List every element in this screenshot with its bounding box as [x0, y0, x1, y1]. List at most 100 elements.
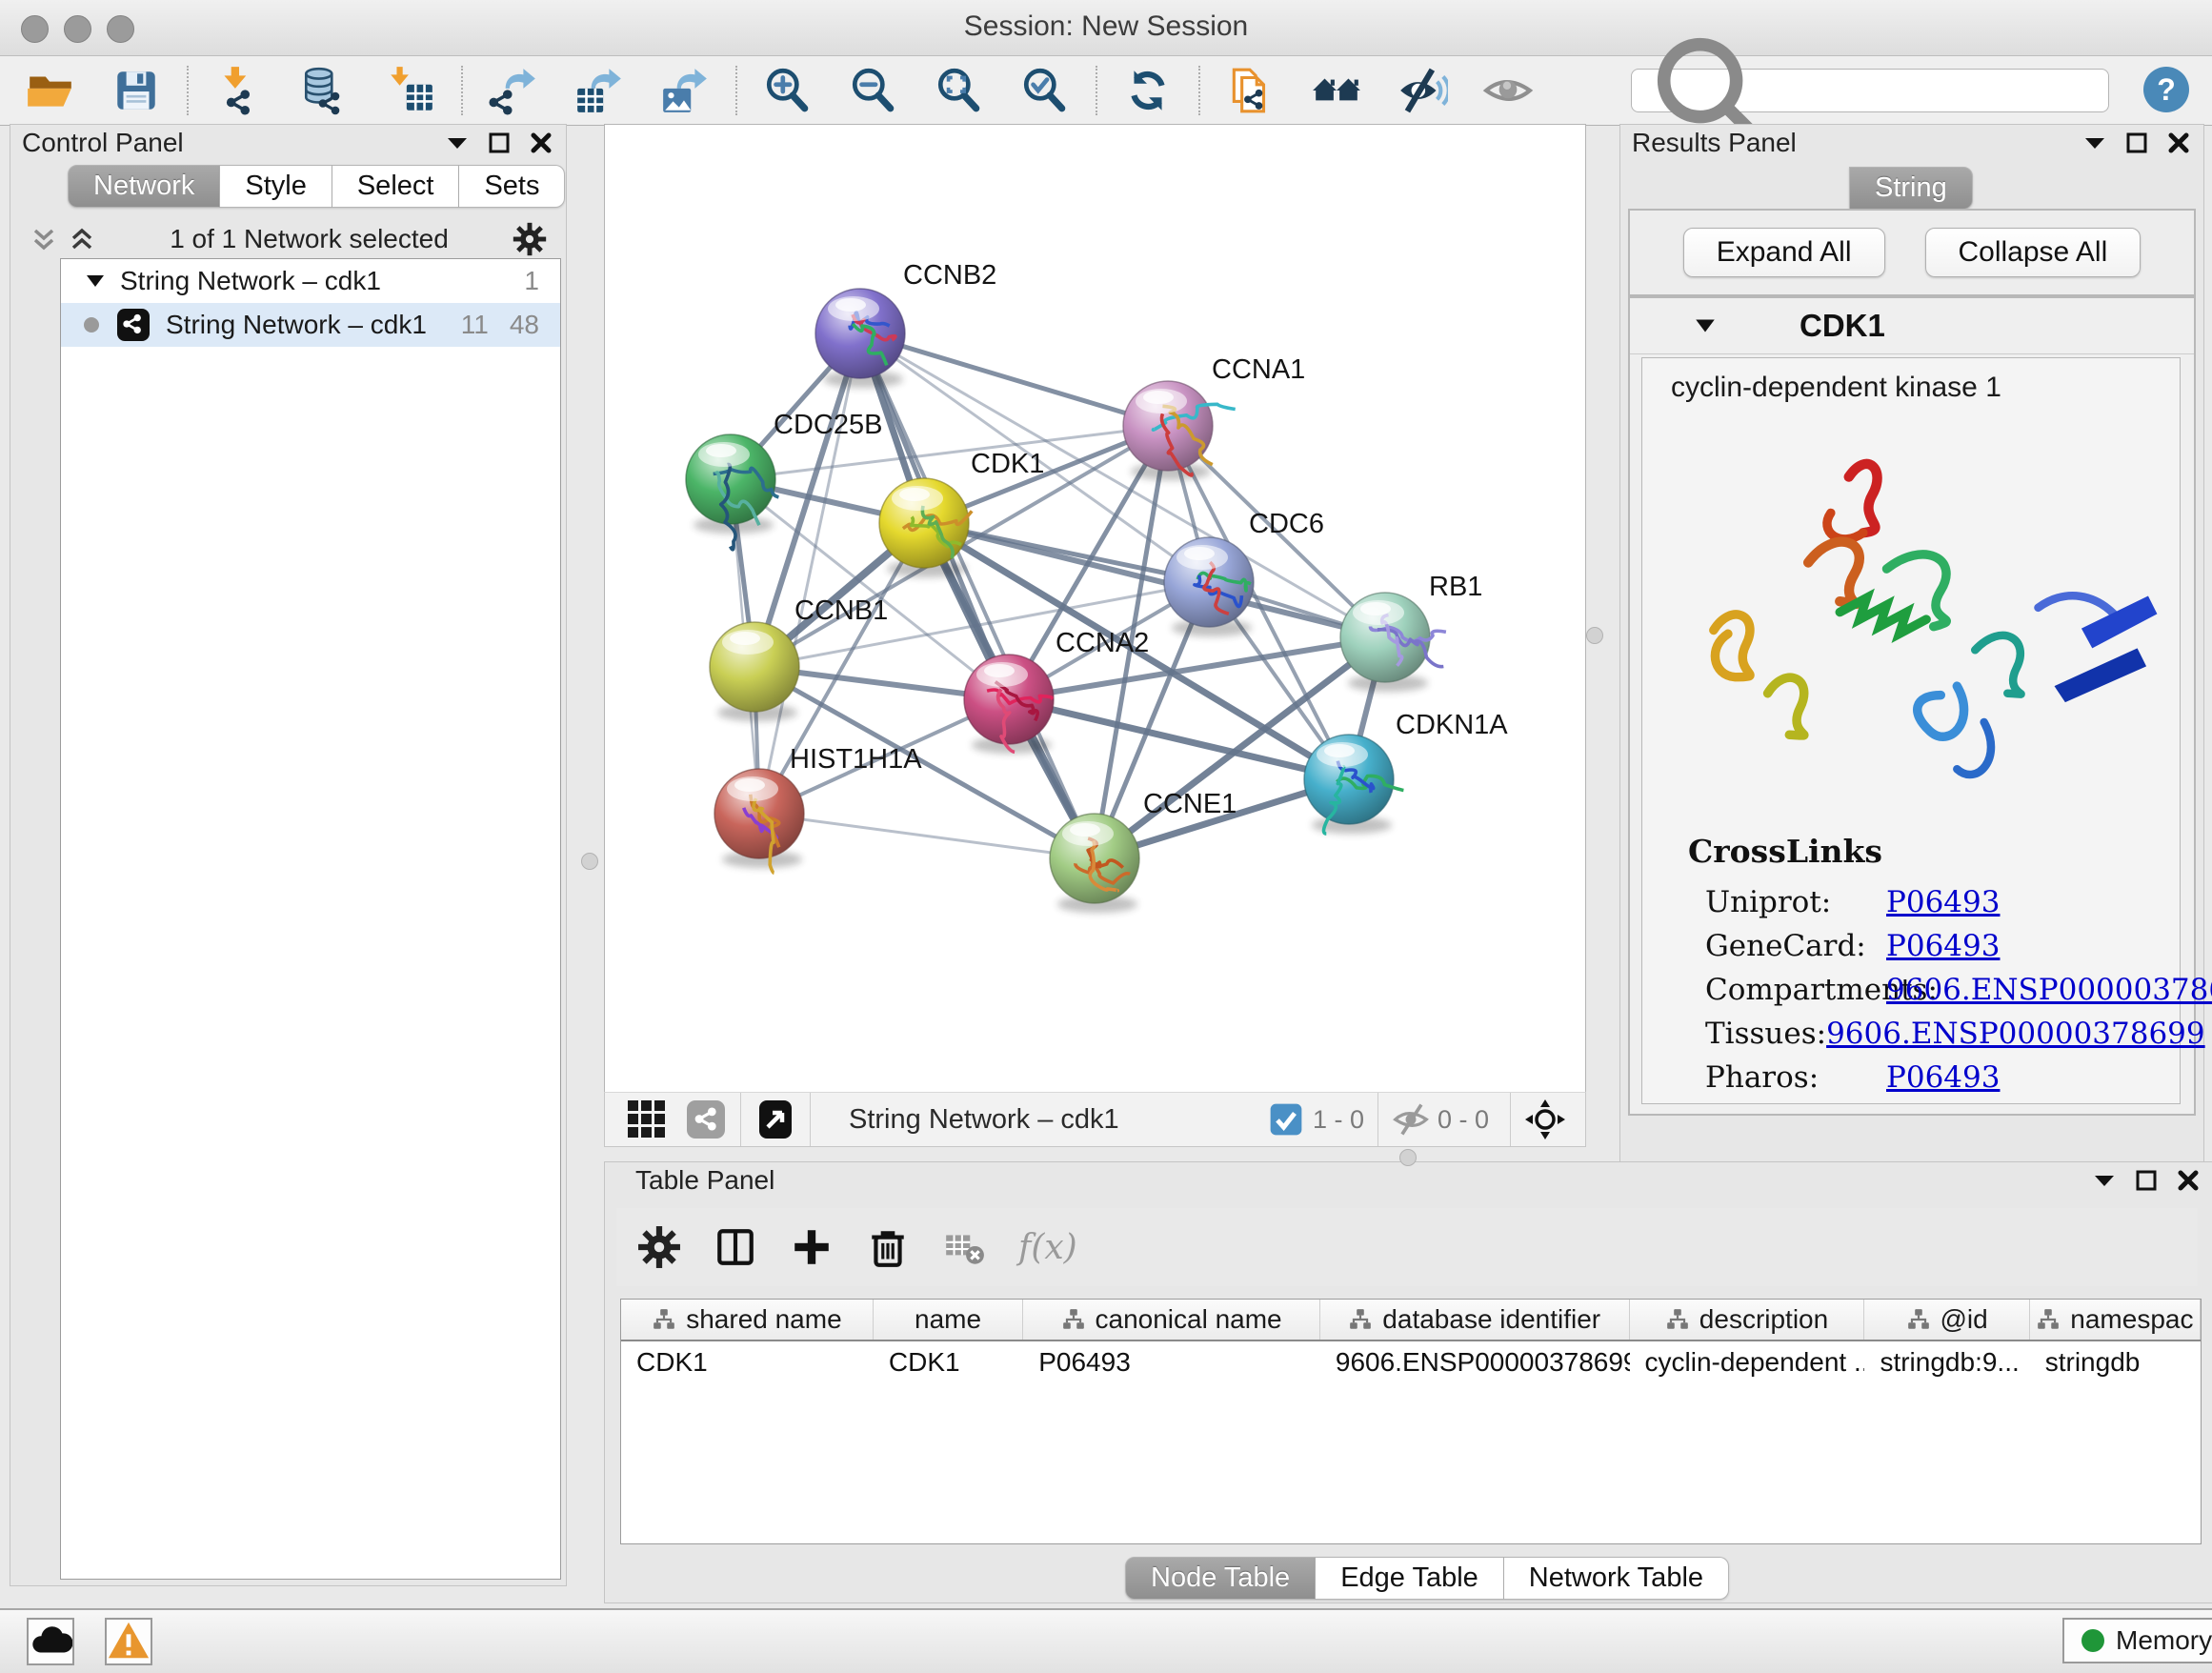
column-header-description[interactable]: description — [1630, 1300, 1865, 1340]
float-panel-icon[interactable] — [486, 130, 513, 156]
import-table-icon[interactable] — [385, 65, 436, 116]
tab-sets[interactable]: Sets — [459, 165, 565, 208]
network-selection-status: 1 of 1 Network selected — [106, 224, 513, 254]
delete-column-icon[interactable] — [866, 1225, 910, 1269]
tab-network-table[interactable]: Network Table — [1504, 1557, 1729, 1600]
crosslink-link[interactable]: P06493 — [1886, 885, 2000, 919]
network-view-title: String Network – cdk1 — [824, 1104, 1269, 1136]
float-panel-icon[interactable] — [2123, 130, 2150, 156]
memory-label: Memory — [2116, 1625, 2212, 1656]
delete-table-icon — [942, 1225, 986, 1269]
horizontal-splitter-handle[interactable] — [1399, 1149, 1417, 1166]
status-bar: Memory — [0, 1608, 2212, 1673]
column-header-canonical-name[interactable]: canonical name — [1023, 1300, 1320, 1340]
results-panel: Results Panel String Expand All Collapse… — [1619, 124, 2204, 1162]
table-cell[interactable]: stringdb — [2030, 1341, 2201, 1383]
selected-count-checkbox-icon[interactable] — [1269, 1102, 1303, 1137]
duplicate-network-icon[interactable] — [1225, 65, 1277, 116]
column-header-label: name — [915, 1304, 981, 1335]
network-canvas[interactable]: CCNB2 CCNA1 CDC25B CDK1 — [604, 124, 1586, 1093]
tab-select[interactable]: Select — [332, 165, 460, 208]
network-options-gear-icon[interactable] — [513, 222, 547, 256]
table-options-gear-icon[interactable] — [637, 1225, 681, 1269]
table-cell[interactable]: cyclin-dependent ... — [1630, 1341, 1865, 1383]
zoom-selected-icon[interactable] — [1019, 65, 1071, 116]
close-panel-icon[interactable] — [2165, 130, 2192, 156]
results-panel-title: Results Panel — [1632, 128, 2081, 158]
close-panel-icon[interactable] — [528, 130, 554, 156]
close-panel-icon[interactable] — [2175, 1167, 2202, 1194]
network-collection-row[interactable]: String Network – cdk1 1 — [61, 259, 560, 303]
hide-details-icon[interactable] — [1397, 65, 1448, 116]
refresh-icon[interactable] — [1122, 65, 1174, 116]
import-database-icon[interactable] — [299, 65, 351, 116]
left-splitter-handle[interactable] — [581, 853, 598, 870]
float-panel-icon[interactable] — [2133, 1167, 2160, 1194]
network-view-icon[interactable] — [685, 1099, 727, 1140]
network-row-selected[interactable]: String Network – cdk1 11 48 — [61, 303, 560, 347]
crosslink-label: Pharos: — [1705, 1060, 1886, 1095]
column-header-database-identifier[interactable]: database identifier — [1320, 1300, 1630, 1340]
right-splitter-handle[interactable] — [1586, 627, 1603, 644]
import-network-icon[interactable] — [213, 65, 265, 116]
birdseye-view-icon[interactable] — [1524, 1099, 1566, 1140]
tab-style[interactable]: Style — [220, 165, 332, 208]
panel-menu-icon[interactable] — [2091, 1167, 2118, 1194]
selected-count: 1 - 0 — [1313, 1105, 1364, 1135]
node-label-RB1: RB1 — [1429, 572, 1482, 602]
save-icon[interactable] — [111, 65, 162, 116]
tab-network[interactable]: Network — [68, 165, 220, 208]
crosslink-link[interactable]: 9606.ENSP00000378699 — [1886, 973, 2212, 1007]
tab-node-table[interactable]: Node Table — [1125, 1557, 1316, 1600]
crosslink-link[interactable]: P06493 — [1886, 1060, 2000, 1095]
tab-edge-table[interactable]: Edge Table — [1316, 1557, 1504, 1600]
card-expander-icon[interactable] — [1693, 313, 1718, 338]
memory-button[interactable]: Memory — [2062, 1618, 2212, 1663]
add-column-icon[interactable] — [790, 1225, 834, 1269]
column-header-shared-name[interactable]: shared name — [621, 1300, 874, 1340]
zoom-out-icon[interactable] — [848, 65, 899, 116]
expand-all-icon[interactable] — [68, 225, 96, 253]
help-button[interactable]: ? — [2143, 67, 2189, 112]
crosslink-link[interactable]: P06493 — [1886, 929, 2000, 963]
title-bar: Session: New Session — [0, 0, 2212, 56]
collapse-all-button[interactable]: Collapse All — [1925, 228, 2142, 277]
export-network-icon[interactable] — [488, 65, 539, 116]
export-table-icon[interactable] — [573, 65, 625, 116]
column-header-label: database identifier — [1382, 1304, 1600, 1335]
tab-string[interactable]: String — [1849, 167, 1973, 210]
search-input[interactable] — [1785, 72, 2108, 109]
column-header-namespac[interactable]: namespac — [2030, 1300, 2201, 1340]
table-cell[interactable]: CDK1 — [874, 1341, 1023, 1383]
annotation-mode-icon[interactable] — [754, 1099, 796, 1140]
homes-icon[interactable] — [1311, 65, 1362, 116]
table-cell[interactable]: CDK1 — [621, 1341, 874, 1383]
collapse-all-icon[interactable] — [30, 225, 58, 253]
zoom-in-icon[interactable] — [762, 65, 814, 116]
collection-expander-icon[interactable] — [84, 270, 107, 292]
warnings-button[interactable] — [105, 1618, 152, 1665]
hidden-count-eye-icon[interactable] — [1392, 1100, 1430, 1139]
panel-menu-icon[interactable] — [2081, 130, 2108, 156]
crosslink-link[interactable]: 9606.ENSP00000378699 — [1826, 1017, 2205, 1051]
table-cell[interactable]: 9606.ENSP00000378699 — [1320, 1341, 1630, 1383]
cloud-button[interactable] — [27, 1618, 74, 1665]
table-row[interactable]: CDK1CDK1P064939606.ENSP00000378699cyclin… — [621, 1341, 2201, 1383]
column-header-name[interactable]: name — [874, 1300, 1023, 1340]
table-cell[interactable]: P06493 — [1023, 1341, 1320, 1383]
column-type-icon — [2036, 1307, 2061, 1332]
grid-view-icon[interactable] — [626, 1099, 668, 1140]
expand-all-button[interactable]: Expand All — [1683, 228, 1885, 277]
zoom-fit-icon[interactable] — [934, 65, 985, 116]
table-cell[interactable]: stringdb:9... — [1864, 1341, 2029, 1383]
panel-menu-icon[interactable] — [444, 130, 471, 156]
protein-structure-image — [1659, 421, 2164, 821]
export-image-icon[interactable] — [659, 65, 711, 116]
column-header-@id[interactable]: @id — [1864, 1300, 2029, 1340]
open-file-icon[interactable] — [25, 65, 76, 116]
show-columns-icon[interactable] — [714, 1225, 757, 1269]
network-node-HIST1H1A[interactable] — [714, 769, 804, 874]
search-box[interactable] — [1631, 69, 2109, 112]
show-details-icon[interactable] — [1482, 65, 1534, 116]
column-header-label: shared name — [686, 1304, 841, 1335]
